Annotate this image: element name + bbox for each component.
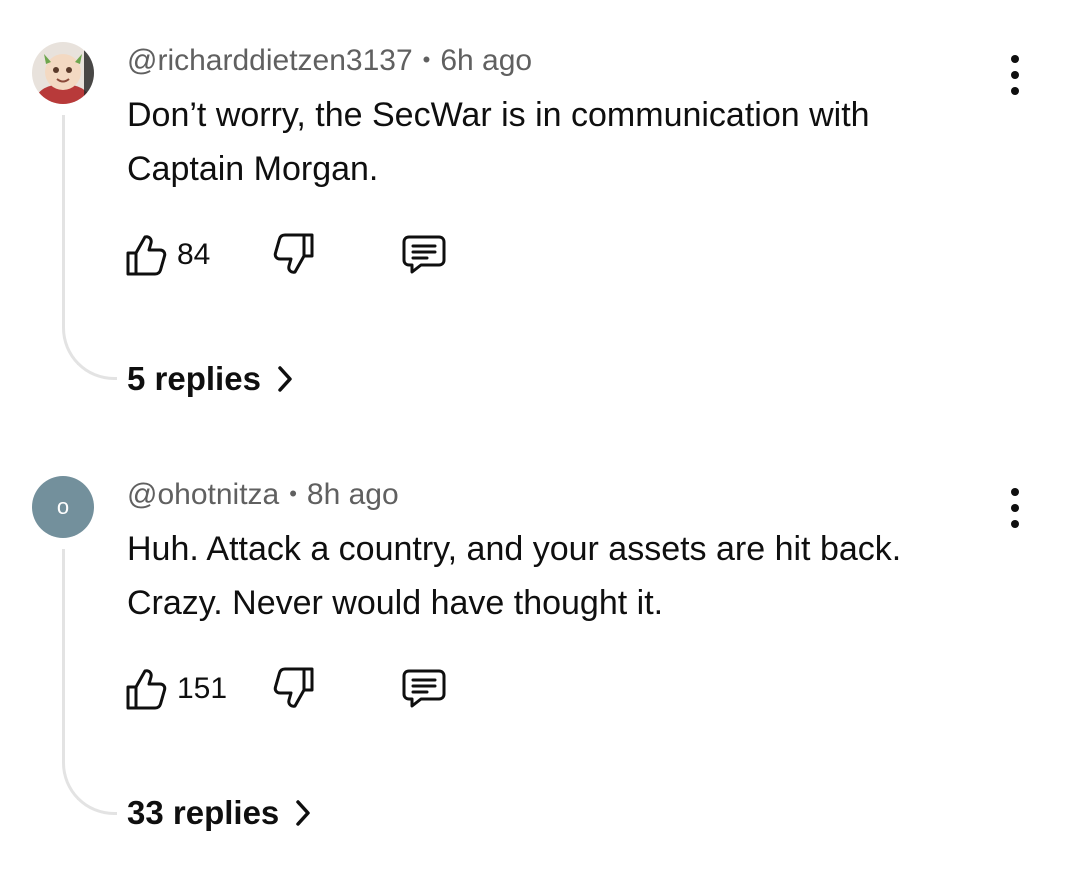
comment-author[interactable]: @richarddietzen3137 bbox=[127, 44, 413, 77]
comment-time: 8h ago bbox=[306, 478, 399, 511]
comment-actions: 84 bbox=[125, 230, 465, 280]
meta-separator: • bbox=[289, 481, 297, 506]
view-replies-button[interactable]: 33 replies bbox=[127, 794, 311, 832]
like-button[interactable]: 84 bbox=[125, 233, 210, 277]
replies-label: 33 replies bbox=[127, 794, 280, 831]
comment-time: 6h ago bbox=[440, 44, 533, 77]
dislike-button[interactable] bbox=[273, 666, 315, 710]
more-vertical-icon bbox=[1011, 55, 1019, 63]
chevron-right-icon bbox=[278, 366, 292, 392]
avatar-letter: o bbox=[56, 494, 70, 519]
comment-meta: @richarddietzen3137 • 6h ago bbox=[127, 44, 532, 78]
comment-text-line: Don’t worry, the SecWar is in communicat… bbox=[127, 96, 870, 134]
comment-text: Don’t worry, the SecWar is in communicat… bbox=[127, 88, 1007, 196]
thumbs-down-icon bbox=[273, 233, 314, 274]
avatar[interactable] bbox=[32, 42, 94, 104]
more-vertical-icon bbox=[1011, 488, 1019, 496]
thumbs-down-icon bbox=[273, 667, 314, 708]
like-count: 84 bbox=[177, 238, 211, 271]
like-count: 151 bbox=[177, 672, 228, 705]
meta-separator: • bbox=[422, 47, 431, 72]
comment-text-line: Crazy. Never would have thought it. bbox=[127, 584, 664, 622]
comment-icon bbox=[402, 669, 446, 708]
view-replies-button[interactable]: 5 replies bbox=[127, 360, 293, 398]
thumbs-up-icon bbox=[126, 669, 167, 710]
comment-text-line: Captain Morgan. bbox=[127, 150, 379, 188]
thread-connector bbox=[62, 549, 117, 815]
comment-actions: 151 bbox=[125, 664, 465, 714]
thread-connector bbox=[62, 115, 117, 380]
avatar[interactable]: o bbox=[32, 476, 94, 538]
thumbs-up-icon bbox=[126, 235, 167, 276]
comment-text: Huh. Attack a country, and your assets a… bbox=[127, 522, 1007, 630]
replies-label: 5 replies bbox=[127, 360, 261, 397]
comment-icon bbox=[402, 235, 446, 274]
chevron-right-icon bbox=[296, 800, 311, 826]
comment-author[interactable]: @ohotnitza bbox=[127, 478, 279, 511]
dislike-button[interactable] bbox=[273, 232, 315, 276]
comment-text-line: Huh. Attack a country, and your assets a… bbox=[127, 530, 902, 568]
comment-meta: @ohotnitza • 8h ago bbox=[127, 478, 399, 512]
reply-button[interactable] bbox=[401, 234, 447, 276]
reply-button[interactable] bbox=[401, 668, 447, 710]
like-button[interactable]: 151 bbox=[125, 667, 227, 711]
